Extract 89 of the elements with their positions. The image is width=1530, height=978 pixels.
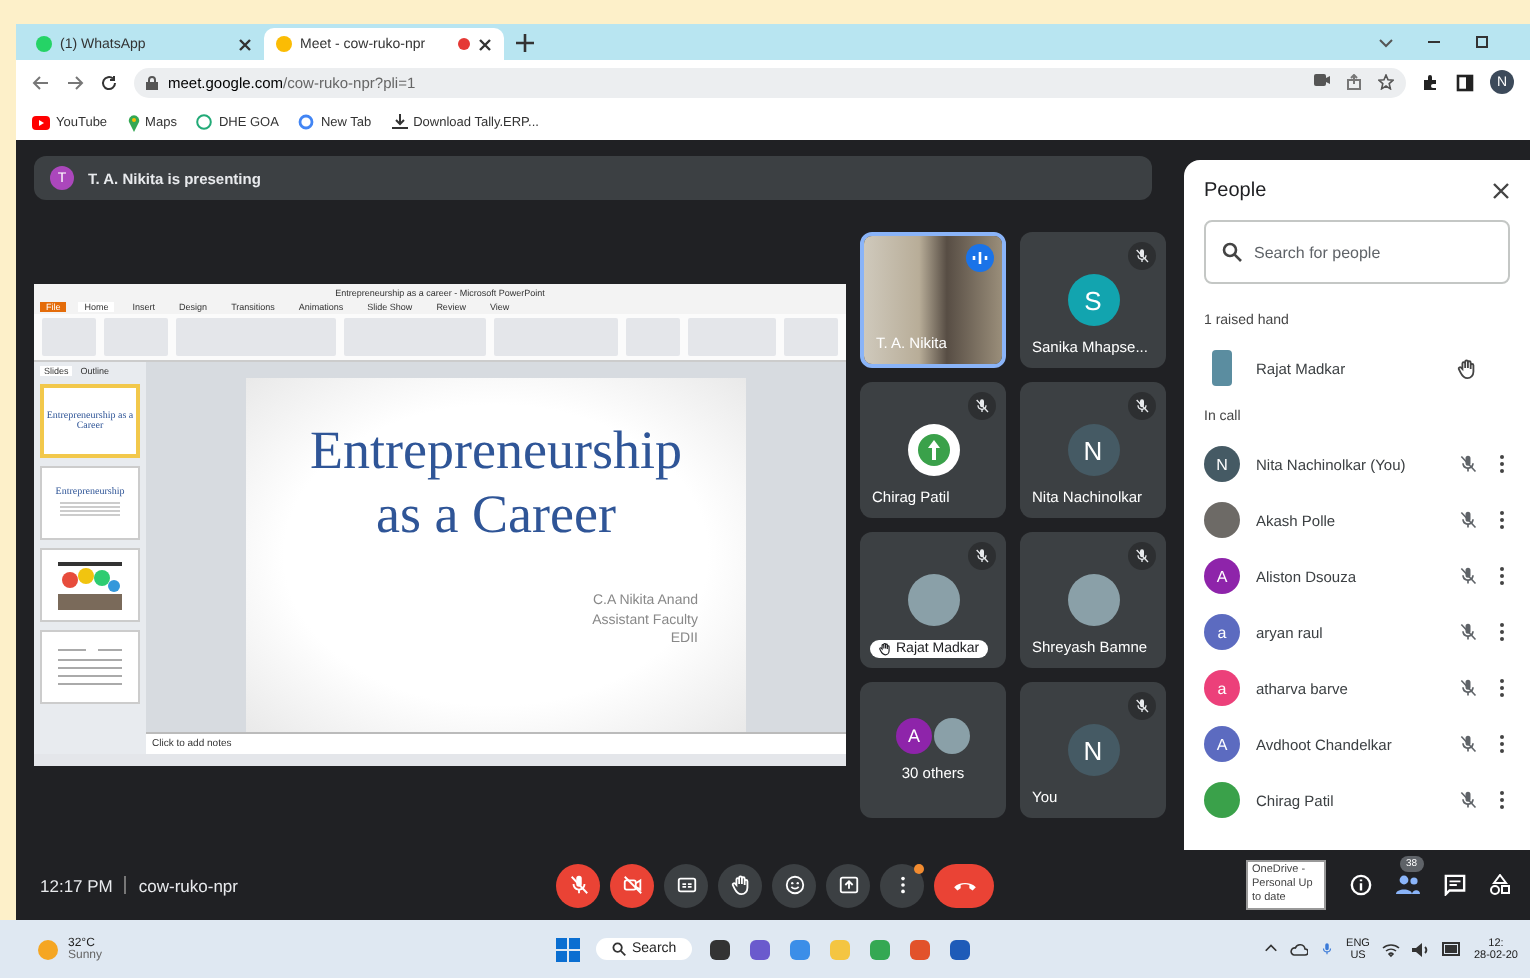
slide-picture-drawing xyxy=(54,559,126,611)
photo-placeholder xyxy=(907,574,959,626)
call-control-button[interactable] xyxy=(718,863,762,907)
call-control-button[interactable] xyxy=(556,863,600,907)
close-icon[interactable] xyxy=(1492,181,1510,199)
avatar: N xyxy=(1067,724,1119,776)
more-icon[interactable] xyxy=(1494,790,1510,810)
video-placeholder xyxy=(864,236,1002,364)
site-icon xyxy=(36,36,52,52)
captions-icon xyxy=(675,874,697,896)
call-control-button[interactable] xyxy=(610,863,654,907)
share-icon[interactable] xyxy=(1346,74,1362,90)
site-icon xyxy=(276,36,292,52)
taskbar-app-icon[interactable] xyxy=(948,937,973,961)
hand-icon xyxy=(1456,357,1478,379)
photo-placeholder xyxy=(1212,350,1232,386)
photo-placeholder xyxy=(1067,574,1119,626)
chevron-down-icon[interactable] xyxy=(1378,34,1394,50)
meeting-code: cow-ruko-npr xyxy=(138,875,238,895)
more-icon[interactable] xyxy=(1494,510,1510,530)
slide-thumbnail[interactable] xyxy=(40,630,140,704)
search-placeholder: Search for people xyxy=(1254,243,1381,261)
avatar: a xyxy=(1204,614,1240,650)
slide-thumbnail[interactable] xyxy=(40,548,140,622)
present-icon xyxy=(837,874,859,896)
avatar: A xyxy=(1204,726,1240,762)
hand-icon xyxy=(729,874,751,896)
call-control-button[interactable] xyxy=(664,863,708,907)
chevron-up-icon[interactable] xyxy=(1264,942,1279,956)
more-icon[interactable] xyxy=(1494,734,1510,754)
search-field[interactable]: Search for people xyxy=(1204,220,1510,284)
map-pin-icon xyxy=(127,113,140,131)
people-icon[interactable] xyxy=(1396,874,1420,896)
search-icon xyxy=(1222,242,1242,262)
restore-icon[interactable] xyxy=(1474,34,1490,50)
chat-icon[interactable] xyxy=(1444,874,1466,896)
logo-icon xyxy=(1204,782,1240,818)
slide-title: as a Career xyxy=(376,482,616,548)
avatar: A xyxy=(896,718,932,754)
mic-icon[interactable] xyxy=(1320,940,1335,958)
new-tab-icon[interactable] xyxy=(516,33,534,51)
info-icon[interactable] xyxy=(1350,874,1372,896)
more-icon[interactable] xyxy=(1494,678,1510,698)
call-control-button[interactable] xyxy=(934,863,994,907)
meeting-time: 12:17 PM xyxy=(40,875,113,895)
photo-placeholder xyxy=(1204,502,1240,538)
call-control-button[interactable] xyxy=(880,863,924,907)
cloud-icon[interactable] xyxy=(1290,942,1309,956)
wifi-icon[interactable] xyxy=(1381,941,1400,957)
speaker-icon[interactable] xyxy=(1411,941,1430,957)
more-icon[interactable] xyxy=(1494,454,1510,474)
download-icon xyxy=(391,114,408,130)
mic-off-icon xyxy=(567,874,589,896)
avatar: a xyxy=(1204,670,1240,706)
slide-title: Entrepreneurship xyxy=(310,418,682,483)
logo-icon xyxy=(907,424,959,476)
avatar: A xyxy=(1204,558,1240,594)
colored-ring-icon xyxy=(298,114,315,130)
battery-icon[interactable] xyxy=(1441,942,1462,956)
side-panel-icon[interactable] xyxy=(1456,73,1474,91)
notification-dot xyxy=(914,863,924,873)
lock-icon xyxy=(146,75,158,89)
emoji-icon xyxy=(783,874,805,896)
star-icon[interactable] xyxy=(1378,74,1394,90)
shapes-icon[interactable] xyxy=(1490,874,1510,896)
panel-title: People xyxy=(1204,179,1267,201)
start-icon[interactable] xyxy=(556,937,580,961)
back-icon[interactable] xyxy=(32,73,50,91)
camera-icon[interactable] xyxy=(1314,74,1330,86)
photo-placeholder xyxy=(934,718,970,754)
avatar: S xyxy=(1067,274,1119,326)
slide-table-drawing xyxy=(54,643,126,691)
close-icon[interactable] xyxy=(238,37,252,51)
forward-icon[interactable] xyxy=(66,73,84,91)
more-icon[interactable] xyxy=(1494,622,1510,642)
taskbar-app-icon[interactable] xyxy=(708,937,733,961)
video-icon xyxy=(32,115,50,129)
globe-icon xyxy=(196,114,213,130)
call-control-button[interactable] xyxy=(772,863,816,907)
call-control-button[interactable] xyxy=(826,863,870,907)
camera-off-icon xyxy=(621,874,643,896)
avatar: N xyxy=(1204,446,1240,482)
sun-icon xyxy=(36,937,60,961)
puzzle-icon[interactable] xyxy=(1422,73,1440,91)
search-icon xyxy=(612,942,626,956)
avatar: N xyxy=(1067,424,1119,476)
more-icon[interactable] xyxy=(1494,566,1510,586)
close-icon[interactable] xyxy=(478,37,492,51)
reload-icon[interactable] xyxy=(100,73,118,91)
